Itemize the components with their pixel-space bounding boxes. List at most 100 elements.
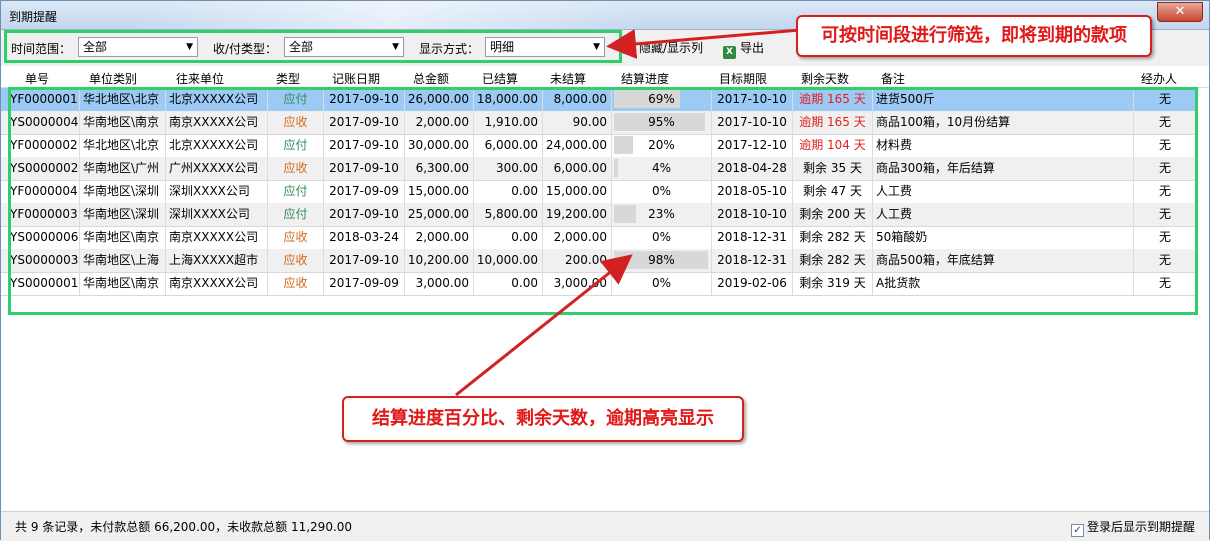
type-label: 收/付类型： [213, 42, 278, 56]
column-header-unsettled[interactable]: 未结算 [550, 70, 586, 87]
titlebar-glow [131, 1, 651, 29]
time-range-select[interactable]: 全部 ▼ [78, 37, 198, 57]
excel-icon: X [723, 46, 736, 59]
column-header-no[interactable]: 单号 [25, 70, 49, 87]
cell-remaining: 剩余 282 天 [793, 249, 873, 272]
show-on-login-checkbox[interactable]: ✓ [1070, 524, 1084, 537]
export-button[interactable]: X 导出 [723, 39, 764, 59]
progress-percent: 69% [648, 92, 675, 106]
cell-total: 26,000.00 [405, 88, 474, 111]
display-mode-select[interactable]: 明细 ▼ [485, 37, 605, 57]
cell-unsettled: 200.00 [543, 249, 612, 272]
cell-total: 3,000.00 [405, 272, 474, 295]
cell-settled: 5,800.00 [474, 203, 543, 226]
column-header-progress[interactable]: 结算进度 [621, 70, 669, 87]
cell-settled: 0.00 [474, 272, 543, 295]
column-header-note[interactable]: 备注 [881, 70, 905, 87]
column-header-handler[interactable]: 经办人 [1141, 70, 1177, 87]
close-icon: ✕ [1174, 4, 1186, 19]
table-row[interactable]: YS0000006 华南地区\南京 南京XXXXX公司 应收 2018-03-24 2,0… [1, 226, 1197, 250]
column-header-total[interactable]: 总金额 [413, 70, 449, 87]
cell-note: 商品500箱，年底结算 [873, 249, 1134, 272]
column-header-deadline[interactable]: 目标期限 [719, 70, 767, 87]
hide-columns-button[interactable]: 隐藏/显示列 [623, 39, 703, 56]
status-bar: 共 9 条记录，未付款总额 66,200.00，未收款总额 11,290.00 … [1, 511, 1209, 541]
display-mode-value: 明细 [490, 40, 515, 54]
cell-progress: 69% [612, 88, 712, 111]
cell-deadline: 2018-04-28 [712, 157, 793, 180]
column-header-date[interactable]: 记账日期 [332, 70, 380, 87]
progress-bar-fill [614, 159, 618, 177]
cell-progress: 0% [612, 272, 712, 295]
cell-company: 上海XXXXX超市 [166, 249, 268, 272]
cell-handler: 无 [1134, 203, 1197, 226]
table-row[interactable]: YF0000001 华北地区\北京 北京XXXXX公司 应付 2017-09-10 26,… [1, 88, 1197, 112]
table-row[interactable]: YF0000004 华南地区\深圳 深圳XXXX公司 应付 2017-09-09 15,0… [1, 180, 1197, 204]
cell-note: 材料费 [873, 134, 1134, 157]
cell-progress: 95% [612, 111, 712, 134]
checkbox-icon [623, 41, 636, 54]
cell-handler: 无 [1134, 157, 1197, 180]
window-title: 到期提醒 [9, 10, 58, 24]
cell-deadline: 2017-10-10 [712, 88, 793, 111]
cell-remaining: 剩余 200 天 [793, 203, 873, 226]
table-row[interactable]: YF0000003 华南地区\深圳 深圳XXXX公司 应付 2017-09-10 25,0… [1, 203, 1197, 227]
cell-note: 人工费 [873, 203, 1134, 226]
cell-region: 华南地区\广州 [80, 157, 166, 180]
progress-percent: 0% [651, 230, 672, 244]
progress-percent: 95% [648, 115, 675, 129]
cell-region: 华南地区\南京 [80, 226, 166, 249]
table-row[interactable]: YS0000002 华南地区\广州 广州XXXXX公司 应收 2017-09-10 6,3… [1, 157, 1197, 181]
cell-company: 南京XXXXX公司 [166, 272, 268, 295]
cell-total: 25,000.00 [405, 203, 474, 226]
cell-handler: 无 [1134, 134, 1197, 157]
cell-remaining: 剩余 282 天 [793, 226, 873, 249]
cell-type: 应付 [268, 203, 324, 226]
column-header-settled[interactable]: 已结算 [482, 70, 518, 87]
cell-no: YF0000004 [7, 180, 80, 203]
column-header-company[interactable]: 往来单位 [176, 70, 224, 87]
cell-type: 应收 [268, 111, 324, 134]
cell-unsettled: 90.00 [543, 111, 612, 134]
cell-total: 6,300.00 [405, 157, 474, 180]
cell-type: 应收 [268, 157, 324, 180]
cell-settled: 10,000.00 [474, 249, 543, 272]
due-reminder-window: 到期提醒 ✕ 时间范围： 全部 ▼ 收/付类型： 全部 ▼ 显示方式： 明细 ▼… [0, 0, 1210, 541]
cell-unsettled: 3,000.00 [543, 272, 612, 295]
table-row[interactable]: YS0000001 华南地区\南京 南京XXXXX公司 应收 2017-09-09 3,0… [1, 272, 1197, 296]
cell-settled: 6,000.00 [474, 134, 543, 157]
progress-callout: 结算进度百分比、剩余天数，逾期高亮显示 [342, 396, 744, 442]
column-header-remaining[interactable]: 剩余天数 [801, 70, 849, 87]
cell-note: 进货500斤 [873, 88, 1134, 111]
cell-type: 应收 [268, 249, 324, 272]
cell-note: 人工费 [873, 180, 1134, 203]
type-select[interactable]: 全部 ▼ [284, 37, 404, 57]
close-button[interactable]: ✕ [1157, 2, 1203, 22]
table-row[interactable]: YS0000004 华南地区\南京 南京XXXXX公司 应收 2017-09-10 2,0… [1, 111, 1197, 135]
cell-company: 广州XXXXX公司 [166, 157, 268, 180]
hide-columns-label: 隐藏/显示列 [639, 41, 704, 55]
cell-remaining: 逾期 165 天 [793, 111, 873, 134]
cell-date: 2018-03-24 [324, 226, 405, 249]
table-row[interactable]: YF0000002 华北地区\北京 北京XXXXX公司 应付 2017-09-10 30,… [1, 134, 1197, 158]
cell-type: 应付 [268, 134, 324, 157]
cell-region: 华南地区\上海 [80, 249, 166, 272]
cell-region: 华南地区\深圳 [80, 203, 166, 226]
cell-handler: 无 [1134, 226, 1197, 249]
chevron-down-icon: ▼ [593, 42, 600, 52]
due-table: 单号 单位类别 往来单位 类型 记账日期 总金额 已结算 未结算 结算进度 目标期限 剩余天数 备注 经… [1, 67, 1209, 511]
cell-company: 南京XXXXX公司 [166, 111, 268, 134]
cell-no: YF0000002 [7, 134, 80, 157]
cell-total: 2,000.00 [405, 111, 474, 134]
chevron-down-icon: ▼ [392, 42, 399, 52]
cell-date: 2017-09-10 [324, 111, 405, 134]
cell-settled: 0.00 [474, 226, 543, 249]
cell-note: 商品300箱，年后结算 [873, 157, 1134, 180]
cell-company: 南京XXXXX公司 [166, 226, 268, 249]
table-row[interactable]: YS0000003 华南地区\上海 上海XXXXX超市 应收 2017-09-10 10,… [1, 249, 1197, 273]
show-on-login-option[interactable]: ✓ 登录后显示到期提醒 [1070, 518, 1195, 537]
cell-unsettled: 15,000.00 [543, 180, 612, 203]
cell-region: 华北地区\北京 [80, 134, 166, 157]
column-header-type[interactable]: 类型 [276, 70, 300, 87]
column-header-region[interactable]: 单位类别 [89, 70, 137, 87]
